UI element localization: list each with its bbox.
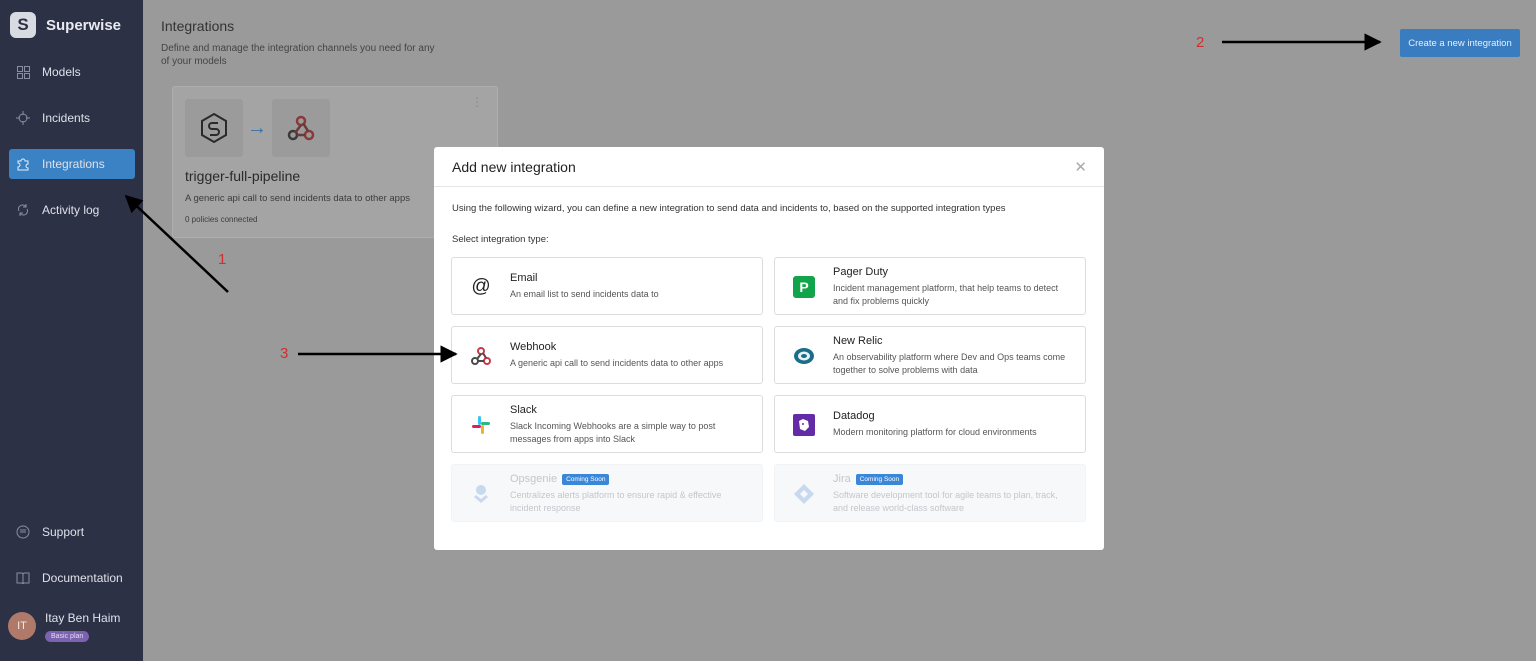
annotation-number-3: 3 — [280, 345, 289, 362]
annotation-number-2: 2 — [1196, 34, 1205, 51]
annotation-arrow-1 — [124, 194, 229, 293]
annotation-number-1: 1 — [218, 251, 227, 268]
annotation-arrows — [124, 33, 1382, 363]
